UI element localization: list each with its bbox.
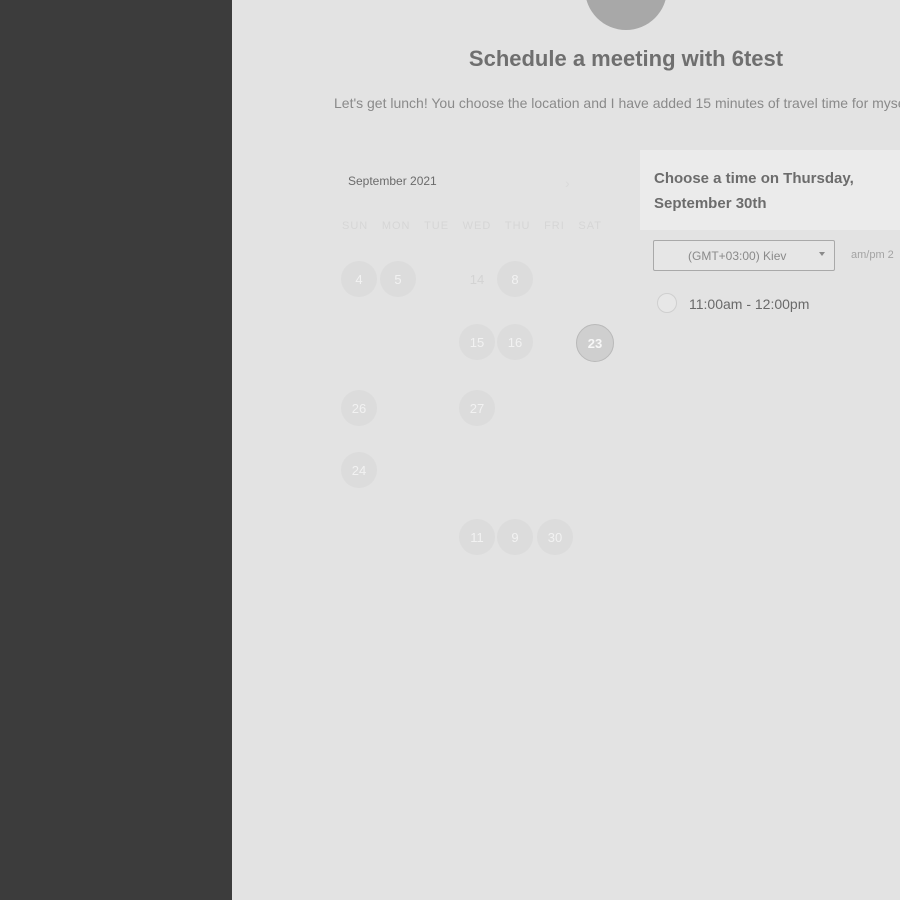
time-slot-radio[interactable] bbox=[657, 293, 677, 313]
calendar-day: 14 bbox=[469, 271, 485, 287]
calendar-day[interactable]: 5 bbox=[380, 261, 416, 297]
timezone-value: (GMT+03:00) Kiev bbox=[688, 249, 787, 263]
calendar-day[interactable]: 27 bbox=[459, 390, 495, 426]
weekday-label: MON bbox=[381, 220, 411, 232]
main-content bbox=[232, 0, 900, 900]
weekday-label: SAT bbox=[578, 220, 602, 232]
calendar-day[interactable]: 11 bbox=[459, 519, 495, 555]
page-subtitle: Let's get lunch! You choose the location… bbox=[334, 95, 900, 111]
calendar-day[interactable]: 24 bbox=[341, 452, 377, 488]
weekday-label: TUE bbox=[424, 220, 450, 232]
chevron-right-icon[interactable]: › bbox=[565, 175, 570, 191]
calendar-month-label: September 2021 bbox=[348, 174, 437, 188]
time-picker-heading: Choose a time on Thursday, September 30t… bbox=[654, 170, 854, 212]
calendar-day[interactable]: 8 bbox=[497, 261, 533, 297]
calendar-weekday-row: SUN MON TUE WED THU FRI SAT bbox=[342, 220, 602, 232]
calendar-day[interactable]: 9 bbox=[497, 519, 533, 555]
calendar-day[interactable]: 26 bbox=[341, 390, 377, 426]
time-format-toggle[interactable]: am/pm 2 bbox=[851, 249, 894, 261]
calendar-day[interactable]: 16 bbox=[497, 324, 533, 360]
calendar-day[interactable]: 30 bbox=[537, 519, 573, 555]
calendar-day[interactable]: 15 bbox=[459, 324, 495, 360]
page-title: Schedule a meeting with 6test bbox=[468, 46, 784, 71]
left-panel bbox=[0, 0, 232, 900]
weekday-label: FRI bbox=[544, 220, 565, 232]
calendar-day[interactable]: 4 bbox=[341, 261, 377, 297]
weekday-label: THU bbox=[504, 220, 531, 232]
chevron-down-icon bbox=[819, 252, 825, 256]
weekday-label: SUN bbox=[342, 220, 369, 232]
calendar-day-selected[interactable]: 23 bbox=[576, 324, 614, 362]
time-slot-label[interactable]: 11:00am - 12:00pm bbox=[689, 296, 809, 312]
weekday-label: WED bbox=[462, 220, 492, 232]
timezone-select[interactable]: (GMT+03:00) Kiev bbox=[653, 240, 835, 271]
